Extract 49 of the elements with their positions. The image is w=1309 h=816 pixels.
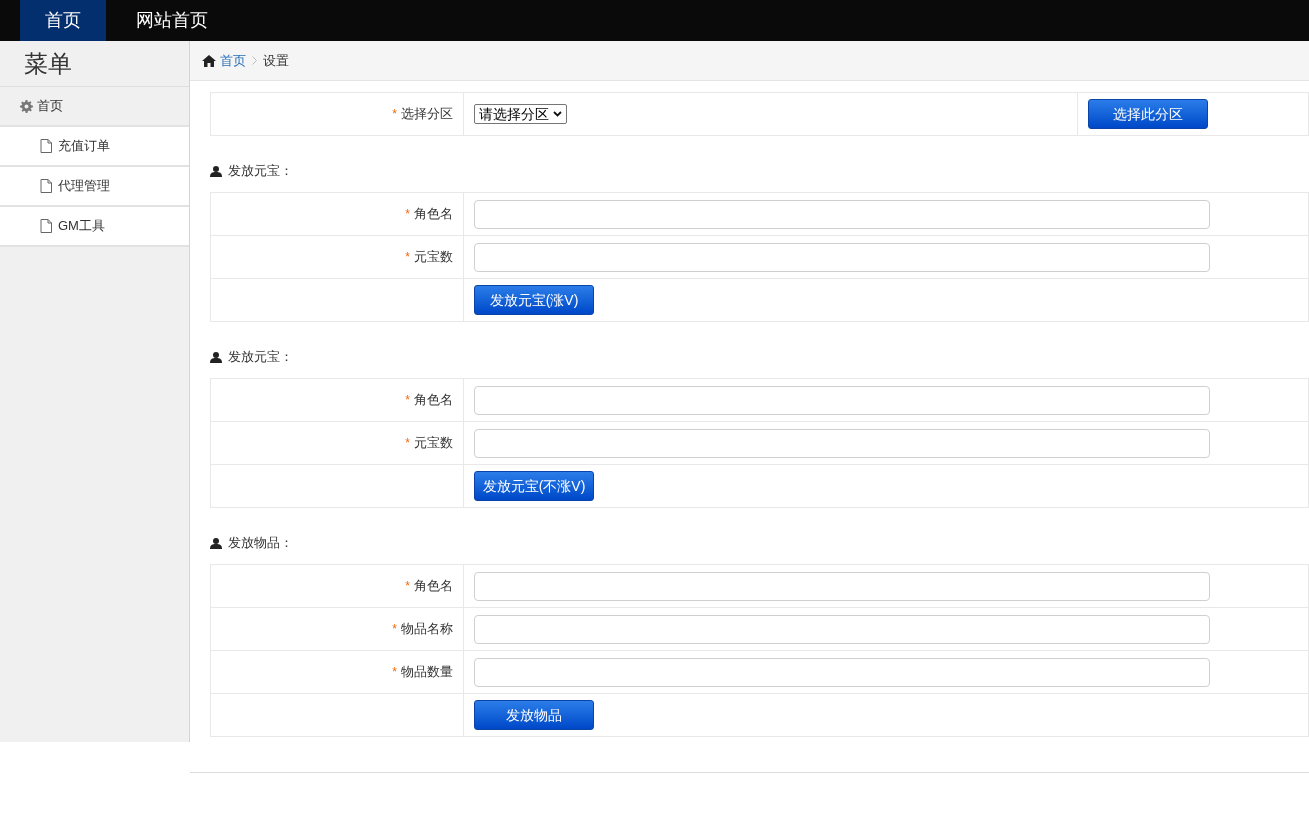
required-mark: * bbox=[405, 206, 410, 223]
field-label: 角色名 bbox=[414, 391, 453, 410]
required-mark: * bbox=[405, 435, 410, 452]
section-title: 发放元宝： bbox=[228, 162, 293, 180]
breadcrumb-link[interactable]: 首页 bbox=[220, 50, 246, 71]
required-mark: * bbox=[405, 249, 410, 266]
section-title: 发放元宝： bbox=[228, 348, 293, 366]
sidebar-subitem[interactable]: 充值订单 bbox=[0, 127, 189, 167]
input-field[interactable] bbox=[474, 657, 1210, 687]
zone-select[interactable]: 请选择分区 bbox=[474, 104, 567, 124]
field-label: 物品数量 bbox=[401, 663, 453, 682]
nav-tab[interactable]: 网站首页 bbox=[106, 0, 238, 41]
file-icon bbox=[40, 179, 52, 193]
breadcrumb-current: 设置 bbox=[263, 51, 289, 70]
field-label: 角色名 bbox=[414, 205, 453, 224]
input-field[interactable] bbox=[474, 199, 1210, 229]
file-icon bbox=[40, 139, 52, 153]
required-mark: * bbox=[392, 106, 397, 123]
required-mark: * bbox=[392, 664, 397, 681]
user-icon bbox=[210, 537, 222, 549]
sidebar-subitem[interactable]: 代理管理 bbox=[0, 167, 189, 207]
field-label: 角色名 bbox=[414, 577, 453, 596]
field-label: 物品名称 bbox=[401, 620, 453, 639]
user-icon bbox=[210, 351, 222, 363]
caret-icon bbox=[553, 111, 562, 117]
input-field[interactable] bbox=[474, 385, 1210, 415]
section-title: 发放物品： bbox=[228, 534, 293, 552]
nav-tab[interactable]: 首页 bbox=[20, 0, 106, 41]
file-icon bbox=[40, 219, 52, 233]
chevron-icon bbox=[252, 56, 257, 65]
input-field[interactable] bbox=[474, 614, 1210, 644]
required-mark: * bbox=[405, 578, 410, 595]
select-zone-button[interactable]: 选择此分区 bbox=[1088, 99, 1208, 129]
gear-icon bbox=[20, 99, 33, 113]
submit-button[interactable]: 发放物品 bbox=[474, 700, 594, 730]
field-label: 选择分区 bbox=[401, 105, 453, 124]
input-field[interactable] bbox=[474, 242, 1210, 272]
field-label: 元宝数 bbox=[414, 248, 453, 267]
submit-button[interactable]: 发放元宝(涨V) bbox=[474, 285, 594, 315]
submit-button[interactable]: 发放元宝(不涨V) bbox=[474, 471, 594, 501]
required-mark: * bbox=[392, 621, 397, 638]
sidebar-subitem[interactable]: GM工具 bbox=[0, 207, 189, 247]
input-field[interactable] bbox=[474, 571, 1210, 601]
home-icon bbox=[202, 54, 216, 67]
input-field[interactable] bbox=[474, 428, 1210, 458]
sidebar-title: 菜单 bbox=[0, 41, 189, 87]
user-icon bbox=[210, 165, 222, 177]
field-label: 元宝数 bbox=[414, 434, 453, 453]
required-mark: * bbox=[405, 392, 410, 409]
